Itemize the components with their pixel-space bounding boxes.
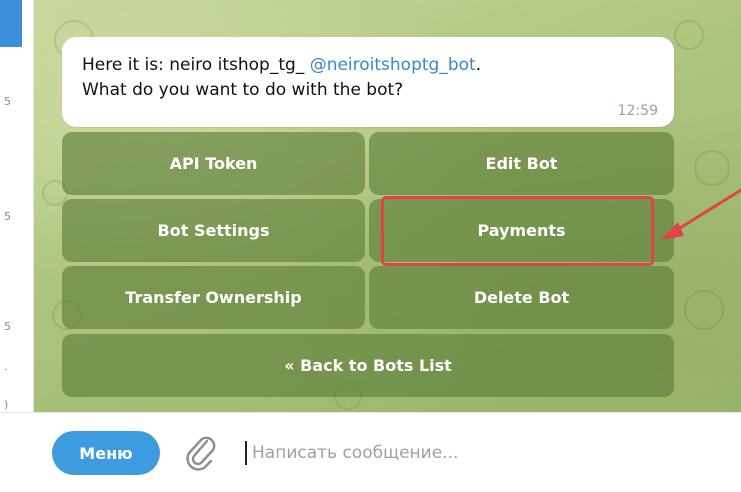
list-edge-mark: .	[4, 360, 8, 373]
message-line-2: What do you want to do with the bot?	[82, 80, 404, 100]
bot-settings-button[interactable]: Bot Settings	[62, 199, 365, 262]
text-cursor	[245, 441, 247, 465]
message-punctuation: .	[475, 55, 482, 75]
list-edge-mark: 5	[4, 320, 11, 333]
list-edge-mark: 5	[4, 210, 11, 223]
message-line-1: Here it is: neiro itshop_tg_ @neiroitsho…	[82, 53, 654, 78]
list-edge-mark: 5	[4, 95, 11, 108]
api-token-button[interactable]: API Token	[62, 132, 365, 195]
back-to-bots-list-button[interactable]: « Back to Bots List	[62, 334, 674, 397]
menu-button[interactable]: Меню	[52, 431, 160, 475]
edit-bot-button[interactable]: Edit Bot	[369, 132, 674, 195]
message-composer: Меню	[0, 412, 741, 492]
bot-message-bubble: Here it is: neiro itshop_tg_ @neiroitsho…	[62, 37, 674, 127]
list-edge-mark: )	[4, 398, 9, 411]
transfer-ownership-button[interactable]: Transfer Ownership	[62, 266, 365, 329]
message-input[interactable]	[252, 433, 712, 473]
paperclip-icon[interactable]	[183, 433, 219, 473]
bot-handle-link[interactable]: @neiroitshoptg_bot	[310, 55, 476, 75]
message-text: Here it is: neiro itshop_tg_	[82, 55, 310, 75]
selected-chat-indicator	[0, 0, 22, 47]
message-timestamp: 12:59	[617, 103, 658, 119]
chat-list-edge: 5 5 5 . )	[0, 0, 34, 412]
payments-button[interactable]: Payments	[369, 199, 674, 262]
delete-bot-button[interactable]: Delete Bot	[369, 266, 674, 329]
